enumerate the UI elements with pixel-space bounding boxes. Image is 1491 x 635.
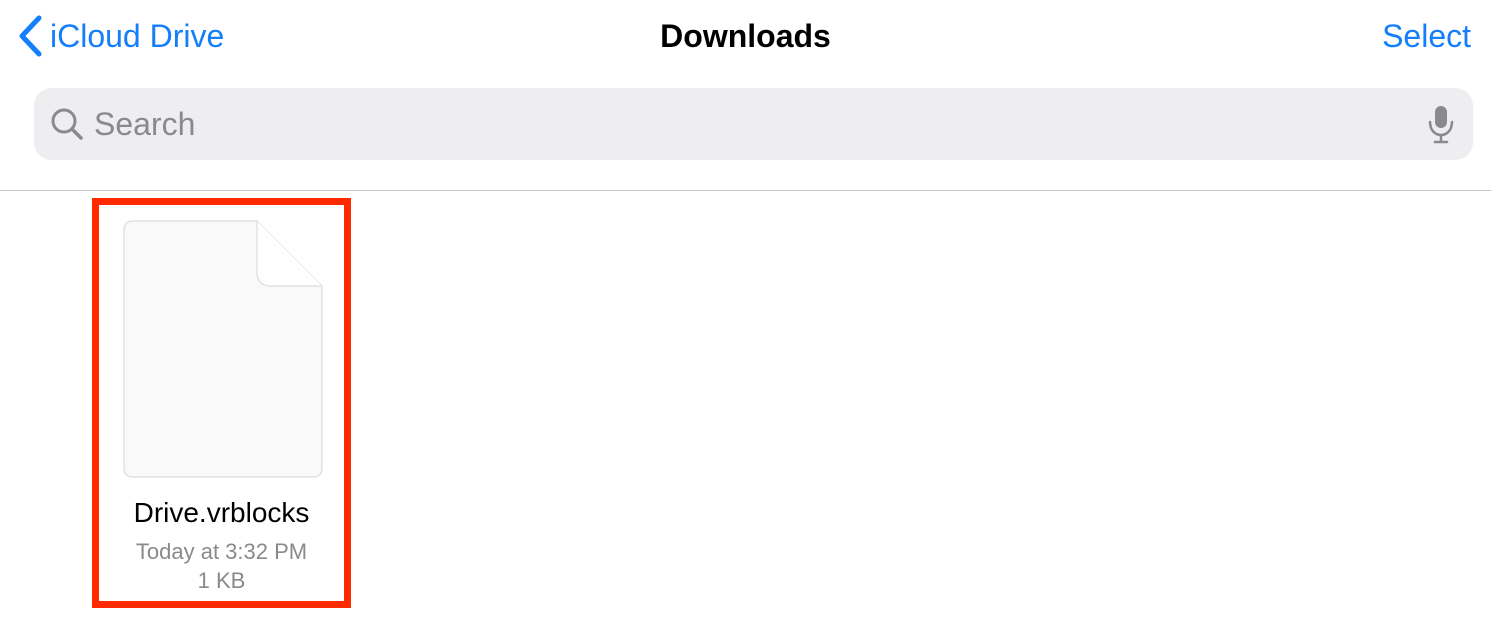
navigation-bar: iCloud Drive Downloads Select bbox=[0, 0, 1491, 72]
back-button[interactable]: iCloud Drive bbox=[18, 14, 224, 58]
search-bar[interactable] bbox=[34, 88, 1473, 160]
back-button-label: iCloud Drive bbox=[50, 18, 225, 54]
file-size: 1 KB bbox=[197, 568, 246, 593]
search-icon bbox=[50, 107, 84, 141]
file-date: Today at 3:32 PM bbox=[135, 539, 308, 564]
divider bbox=[0, 190, 1491, 191]
document-icon bbox=[123, 220, 323, 478]
select-button[interactable]: Select bbox=[1382, 14, 1471, 58]
search-input[interactable] bbox=[94, 88, 1414, 160]
file-item[interactable]: Drive.vrblocks Today at 3:32 PM 1 KB bbox=[92, 198, 351, 608]
chevron-left-icon bbox=[18, 15, 42, 57]
microphone-icon[interactable] bbox=[1427, 104, 1455, 144]
file-name: Drive.vrblocks bbox=[133, 497, 310, 528]
